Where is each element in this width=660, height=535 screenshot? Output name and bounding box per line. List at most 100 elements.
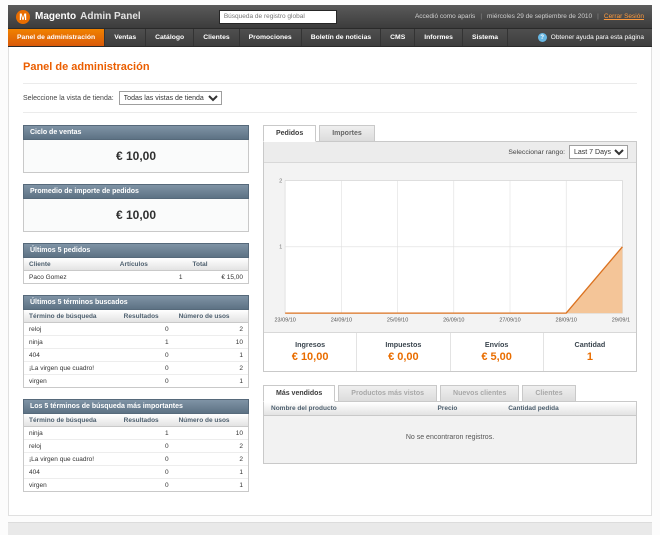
top-search-table: Término de búsqueda Resultados Número de… bbox=[23, 414, 249, 492]
magento-admin-page: M Magento Admin Panel Accedió como apari… bbox=[8, 5, 652, 535]
average-orders-value: € 10,00 bbox=[23, 199, 249, 232]
table-row[interactable]: virgen 0 1 bbox=[24, 374, 248, 387]
svg-text:26/09/10: 26/09/10 bbox=[443, 318, 464, 324]
main-nav: Panel de administración Ventas Catálogo … bbox=[8, 29, 652, 47]
cell-term: ¡La virgen que cuadro! bbox=[24, 361, 119, 375]
svg-text:25/09/10: 25/09/10 bbox=[387, 318, 408, 324]
header-bar: M Magento Admin Panel Accedió como apari… bbox=[8, 5, 652, 29]
nav-item-informes[interactable]: Informes bbox=[415, 29, 463, 46]
logout-link[interactable]: Cerrar Sesión bbox=[604, 13, 644, 20]
tab-mas-vendidos[interactable]: Más vendidos bbox=[263, 385, 336, 403]
dashboard-right-column: Pedidos Importes Seleccionar rango: Last… bbox=[263, 125, 637, 503]
tab-productos-mas-vistos[interactable]: Productos más vistos bbox=[338, 385, 438, 402]
last-search-table: Término de búsqueda Resultados Número de… bbox=[23, 310, 249, 388]
table-row[interactable]: 404 0 1 bbox=[24, 348, 248, 362]
tab-pedidos[interactable]: Pedidos bbox=[263, 125, 317, 142]
svg-text:28/09/10: 28/09/10 bbox=[556, 318, 577, 324]
cell-results: 1 bbox=[118, 426, 174, 440]
stat-cantidad: Cantidad 1 bbox=[542, 333, 636, 372]
bottom-strip bbox=[8, 522, 652, 535]
column-header: Resultados bbox=[118, 414, 174, 427]
column-header: Número de usos bbox=[173, 310, 248, 323]
column-header: Precio bbox=[430, 402, 502, 417]
chart-tabs: Pedidos Importes bbox=[263, 125, 637, 142]
cell-total: € 15,00 bbox=[187, 270, 248, 283]
svg-text:27/09/10: 27/09/10 bbox=[499, 318, 520, 324]
stat-envios: Envíos € 5,00 bbox=[449, 333, 543, 372]
column-header: Total bbox=[187, 258, 248, 271]
nav-item-sistema[interactable]: Sistema bbox=[463, 29, 509, 46]
tab-clientes[interactable]: Clientes bbox=[522, 385, 576, 402]
range-select[interactable]: Last 7 Days bbox=[569, 145, 628, 159]
cell-results: 0 bbox=[118, 465, 174, 479]
table-row[interactable]: ¡La virgen que cuadro! 0 2 bbox=[24, 361, 248, 375]
table-header-row: Término de búsqueda Resultados Número de… bbox=[24, 310, 248, 323]
cell-uses: 10 bbox=[173, 335, 248, 349]
cell-term: 404 bbox=[24, 465, 119, 479]
svg-text:1: 1 bbox=[279, 245, 282, 251]
column-header: Cantidad pedida bbox=[501, 402, 636, 417]
nav-item-ventas[interactable]: Ventas bbox=[105, 29, 147, 46]
nav-item-boletin[interactable]: Boletín de noticias bbox=[302, 29, 382, 46]
table-row[interactable]: 404 0 1 bbox=[24, 465, 248, 479]
help-link[interactable]: ? Obtener ayuda para esta página bbox=[530, 29, 652, 46]
stat-label: Ingresos bbox=[295, 340, 326, 350]
last-orders-panel: Últimos 5 pedidos Cliente Artículos Tota… bbox=[23, 243, 249, 284]
products-table: Nombre del producto Precio Cantidad pedi… bbox=[264, 402, 636, 417]
chart-wrap: 1 2 23/09/10 24/09/10 25/09/10 26/09/10 27/09/… bbox=[264, 163, 636, 333]
column-header: Término de búsqueda bbox=[24, 414, 119, 427]
column-header: Término de búsqueda bbox=[24, 310, 119, 323]
nav-item-dashboard[interactable]: Panel de administración bbox=[8, 29, 106, 46]
cell-uses: 1 bbox=[173, 348, 248, 362]
table-row[interactable]: reloj 0 2 bbox=[24, 439, 248, 453]
stats-row: Ingresos € 10,00 Impuestos € 0,00 Envíos… bbox=[264, 332, 636, 372]
tab-nuevos-clientes[interactable]: Nuevos clientes bbox=[440, 385, 520, 402]
cell-term: reloj bbox=[24, 322, 119, 336]
stat-value: € 10,00 bbox=[291, 351, 329, 364]
cell-term: virgen bbox=[24, 374, 119, 387]
cell-results: 0 bbox=[118, 348, 174, 362]
store-view-label: Seleccione la vista de tienda: bbox=[23, 94, 114, 102]
nav-item-clientes[interactable]: Clientes bbox=[194, 29, 240, 46]
column-header: Número de usos bbox=[173, 414, 248, 427]
cell-term: ¡La virgen que cuadro! bbox=[24, 452, 119, 466]
brand-name: Magento bbox=[35, 11, 77, 22]
brand-suffix: Admin Panel bbox=[80, 11, 141, 22]
cell-articulos: 1 bbox=[114, 270, 188, 283]
lifetime-sales-value: € 10,00 bbox=[23, 140, 249, 173]
separator: | bbox=[597, 13, 599, 20]
header-date: miércoles 29 de septiembre de 2010 bbox=[487, 13, 593, 20]
global-search-input[interactable] bbox=[218, 9, 337, 24]
nav-item-promociones[interactable]: Promociones bbox=[240, 29, 302, 46]
help-label: Obtener ayuda para esta página bbox=[550, 34, 644, 41]
svg-text:24/09/10: 24/09/10 bbox=[331, 318, 352, 324]
cell-term: reloj bbox=[24, 439, 119, 453]
store-view-select[interactable]: Todas las vistas de tienda bbox=[118, 91, 222, 105]
nav-item-catalogo[interactable]: Catálogo bbox=[146, 29, 195, 46]
empty-message: No se encontraron registros. bbox=[264, 416, 636, 464]
table-row[interactable]: virgen 0 1 bbox=[24, 478, 248, 491]
cell-uses: 1 bbox=[173, 478, 248, 491]
table-row[interactable]: reloj 0 2 bbox=[24, 322, 248, 336]
table-row[interactable]: ninja 1 10 bbox=[24, 335, 248, 349]
tab-importes[interactable]: Importes bbox=[319, 125, 375, 141]
stat-ingresos: Ingresos € 10,00 bbox=[264, 333, 356, 371]
last-search-terms-panel: Últimos 5 términos buscados Término de b… bbox=[23, 295, 249, 388]
table-row[interactable]: Paco Gomez 1 € 15,00 bbox=[24, 270, 248, 283]
cell-uses: 1 bbox=[173, 374, 248, 387]
magento-logo-icon: M bbox=[16, 9, 30, 24]
nav-item-cms[interactable]: CMS bbox=[381, 29, 416, 46]
table-row[interactable]: ninja 1 10 bbox=[24, 426, 248, 440]
separator: | bbox=[480, 13, 483, 20]
table-header-row: Nombre del producto Precio Cantidad pedi… bbox=[264, 402, 636, 417]
average-orders-panel: Promedio de importe de pedidos € 10,00 bbox=[23, 184, 249, 232]
brand: M Magento Admin Panel bbox=[16, 9, 141, 24]
svg-text:2: 2 bbox=[279, 178, 282, 184]
table-row[interactable]: ¡La virgen que cuadro! 0 2 bbox=[24, 452, 248, 466]
cell-uses: 2 bbox=[173, 322, 248, 336]
store-switcher: Seleccione la vista de tienda: Todas las… bbox=[23, 83, 637, 113]
cell-results: 0 bbox=[118, 478, 174, 491]
logged-in-text: Accedió como aparis bbox=[414, 13, 476, 20]
stat-value: € 5,00 bbox=[481, 351, 512, 364]
stat-value: € 0,00 bbox=[388, 351, 419, 364]
